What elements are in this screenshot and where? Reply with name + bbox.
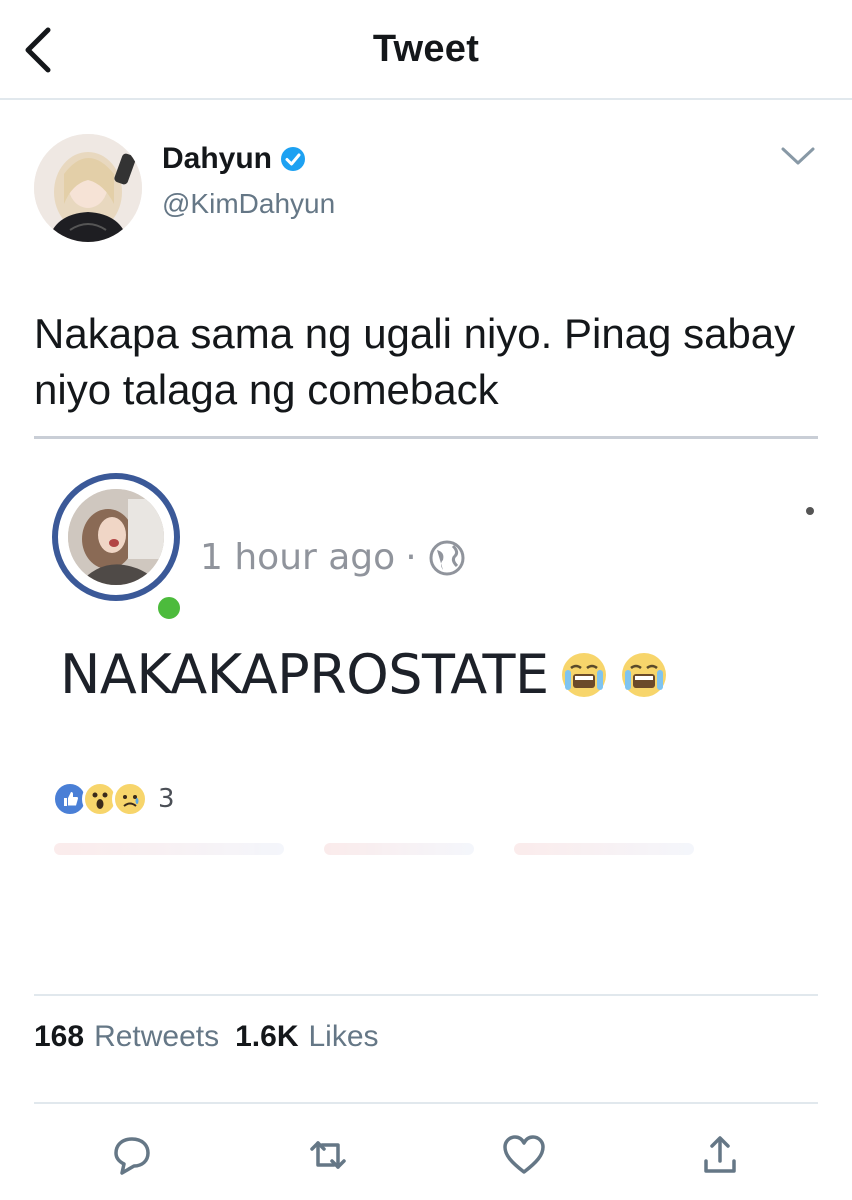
display-name: Dahyun bbox=[162, 142, 273, 175]
more-options-button[interactable] bbox=[778, 140, 818, 172]
top-bar: Tweet bbox=[0, 0, 852, 100]
share-button[interactable] bbox=[693, 1128, 747, 1182]
likes-stat[interactable]: 1.6K Likes bbox=[235, 1020, 378, 1054]
fb-avatar-ring bbox=[52, 473, 180, 601]
reaction-summary: 3 bbox=[52, 781, 175, 817]
post-meta: 1 hour ago · bbox=[200, 537, 467, 578]
share-icon bbox=[704, 1136, 736, 1173]
chevron-down-icon bbox=[781, 147, 815, 165]
reply-icon bbox=[114, 1137, 150, 1175]
tweet-actions bbox=[0, 1128, 852, 1182]
crying-face-emoji bbox=[561, 652, 606, 697]
retweet-icon bbox=[310, 1141, 346, 1169]
profile-photo bbox=[34, 134, 142, 242]
fb-profile-picture bbox=[52, 473, 184, 623]
fb-post-message: NAKAKAPROSTATE bbox=[60, 643, 549, 706]
page-title: Tweet bbox=[372, 28, 480, 70]
retweet-button[interactable] bbox=[301, 1128, 355, 1182]
meta-separator: · bbox=[405, 537, 417, 578]
likes-count: 1.6K bbox=[235, 1020, 299, 1053]
retweets-label: Retweets bbox=[94, 1020, 220, 1053]
avatar[interactable] bbox=[34, 134, 142, 242]
verified-badge-icon bbox=[281, 147, 306, 171]
heart-icon bbox=[503, 1135, 545, 1174]
like-button[interactable] bbox=[497, 1128, 551, 1182]
post-menu-dot bbox=[806, 507, 814, 515]
tweet-text: Nakapa sama ng ugali niyo. Pinag sabay n… bbox=[34, 310, 796, 413]
likes-label: Likes bbox=[308, 1020, 379, 1053]
globe-icon bbox=[429, 540, 465, 575]
divider-bottom bbox=[34, 1102, 818, 1104]
tweet-stats: 168 Retweets 1.6K Likes bbox=[34, 1020, 379, 1054]
retweets-count: 168 bbox=[34, 1020, 85, 1053]
retweets-stat[interactable]: 168 Retweets bbox=[34, 1020, 219, 1054]
display-name-row[interactable]: Dahyun bbox=[162, 142, 306, 176]
reaction-count: 3 bbox=[158, 784, 175, 814]
tweet-media[interactable]: 1 hour ago · NAKAKAPROSTATE 3 bbox=[34, 436, 818, 886]
divider-top bbox=[34, 994, 818, 996]
crying-face-emoji bbox=[621, 652, 666, 697]
tweet-author: Dahyun @KimDahyun bbox=[34, 134, 818, 246]
reply-button[interactable] bbox=[105, 1128, 159, 1182]
user-handle[interactable]: @KimDahyun bbox=[162, 188, 335, 220]
fb-post-text: NAKAKAPROSTATE bbox=[60, 643, 669, 706]
fb-profile-photo bbox=[68, 489, 164, 585]
blurred-action-row bbox=[54, 843, 814, 863]
online-status-dot bbox=[154, 593, 184, 623]
post-time: 1 hour ago bbox=[200, 537, 396, 578]
sad-reaction-icon bbox=[112, 781, 148, 817]
